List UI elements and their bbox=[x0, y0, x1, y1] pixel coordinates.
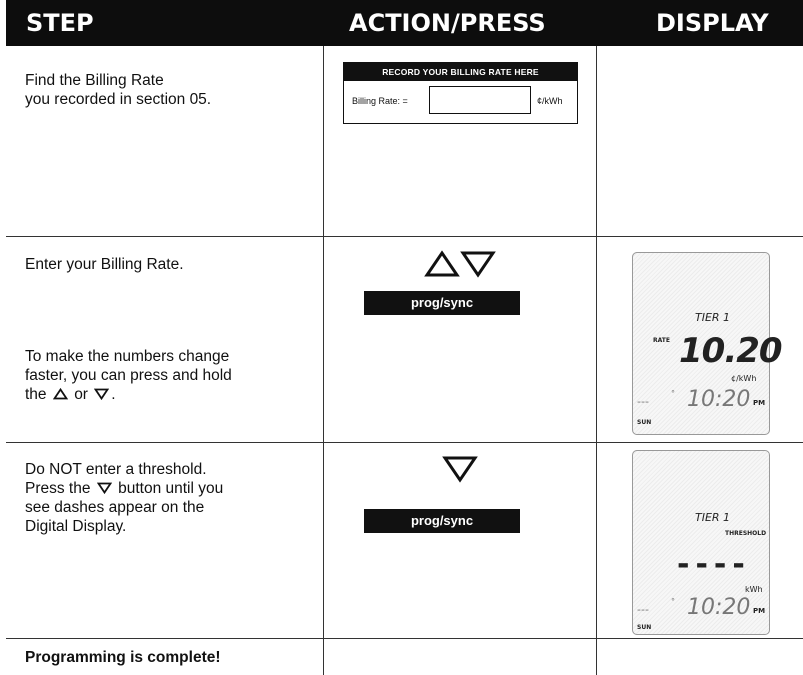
column-divider bbox=[596, 46, 597, 675]
lcd-day: SUN bbox=[637, 624, 652, 631]
hint-word: the bbox=[25, 386, 47, 403]
down-triangle-icon bbox=[96, 482, 112, 495]
lcd-rate-label: RATE bbox=[653, 337, 670, 344]
header-display: DISPLAY bbox=[656, 9, 769, 37]
step-3-line: Press the button until you bbox=[25, 479, 223, 498]
lcd-unit: kWh bbox=[745, 585, 763, 594]
record-box-unit: ¢/kWh bbox=[537, 96, 563, 106]
up-triangle-icon bbox=[52, 387, 69, 400]
lcd-threshold-label: THRESHOLD bbox=[725, 530, 767, 537]
billing-rate-field bbox=[429, 86, 531, 114]
lcd-dashes: --- bbox=[637, 395, 649, 408]
hint-period: . bbox=[111, 386, 116, 403]
step-3-line: see dashes appear on the bbox=[25, 499, 205, 516]
header-action: ACTION/PRESS bbox=[349, 9, 546, 37]
lcd-time: 10:20 bbox=[687, 387, 751, 412]
row-divider bbox=[6, 442, 803, 443]
hint-line: the or . bbox=[25, 385, 232, 404]
hint-line: faster, you can press and hold bbox=[25, 367, 232, 384]
header-step: STEP bbox=[26, 9, 94, 37]
step-3-line: Do NOT enter a threshold. bbox=[25, 461, 207, 478]
lcd-ampm: PM bbox=[753, 399, 766, 407]
lcd-unit: ¢/kWh bbox=[731, 374, 757, 383]
up-arrow-button-icon[interactable] bbox=[424, 250, 460, 278]
step-1-text: Find the Billing Rate you recorded in se… bbox=[25, 71, 211, 109]
step-3-line: Digital Display. bbox=[25, 518, 127, 535]
lcd-degree: ° bbox=[671, 597, 675, 606]
step-1-line: Find the Billing Rate bbox=[25, 72, 164, 89]
lcd-dashes: --- bbox=[637, 603, 649, 616]
step-3-text: Do NOT enter a threshold. Press the butt… bbox=[25, 460, 223, 536]
step-2-text: Enter your Billing Rate. bbox=[25, 256, 184, 273]
column-divider bbox=[323, 46, 324, 675]
billing-rate-record-box: RECORD YOUR BILLING RATE HERE Billing Ra… bbox=[343, 62, 578, 124]
step-3-word: button until you bbox=[118, 480, 224, 497]
lcd-time: 10:20 bbox=[687, 595, 751, 620]
step-2-hint: To make the numbers change faster, you c… bbox=[25, 347, 232, 404]
row-divider bbox=[6, 638, 803, 639]
lcd-degree: ° bbox=[671, 389, 675, 398]
lcd-tier: TIER 1 bbox=[695, 511, 731, 524]
step-3-word: Press the bbox=[25, 480, 91, 497]
digital-display-rate: TIER 1 RATE 10.20 ¢/kWh --- ° 10:20 PM S… bbox=[632, 252, 783, 435]
record-box-label: Billing Rate: = bbox=[352, 96, 408, 106]
row-divider bbox=[6, 236, 803, 237]
digital-display-threshold: TIER 1 THRESHOLD ---- kWh --- ° 10:20 PM… bbox=[632, 450, 770, 635]
lcd-ampm: PM bbox=[753, 607, 766, 615]
hint-word: or bbox=[74, 386, 88, 403]
step-1-line: you recorded in section 05. bbox=[25, 91, 212, 108]
down-triangle-icon bbox=[94, 388, 110, 401]
lcd-day: SUN bbox=[637, 419, 652, 426]
prog-sync-button[interactable]: prog/sync bbox=[364, 509, 520, 533]
down-arrow-button-icon[interactable] bbox=[442, 455, 478, 483]
prog-sync-button[interactable]: prog/sync bbox=[364, 291, 520, 315]
lcd-rate-value: 10.20 bbox=[679, 331, 783, 371]
lcd-value-dashes: ---- bbox=[677, 547, 751, 582]
lcd-tier: TIER 1 bbox=[695, 311, 731, 324]
record-box-title: RECORD YOUR BILLING RATE HERE bbox=[344, 63, 577, 81]
table-header: STEP ACTION/PRESS DISPLAY bbox=[6, 0, 803, 46]
down-arrow-button-icon[interactable] bbox=[460, 250, 496, 278]
hint-line: To make the numbers change bbox=[25, 348, 230, 365]
step-4-text: Programming is complete! bbox=[25, 649, 221, 666]
